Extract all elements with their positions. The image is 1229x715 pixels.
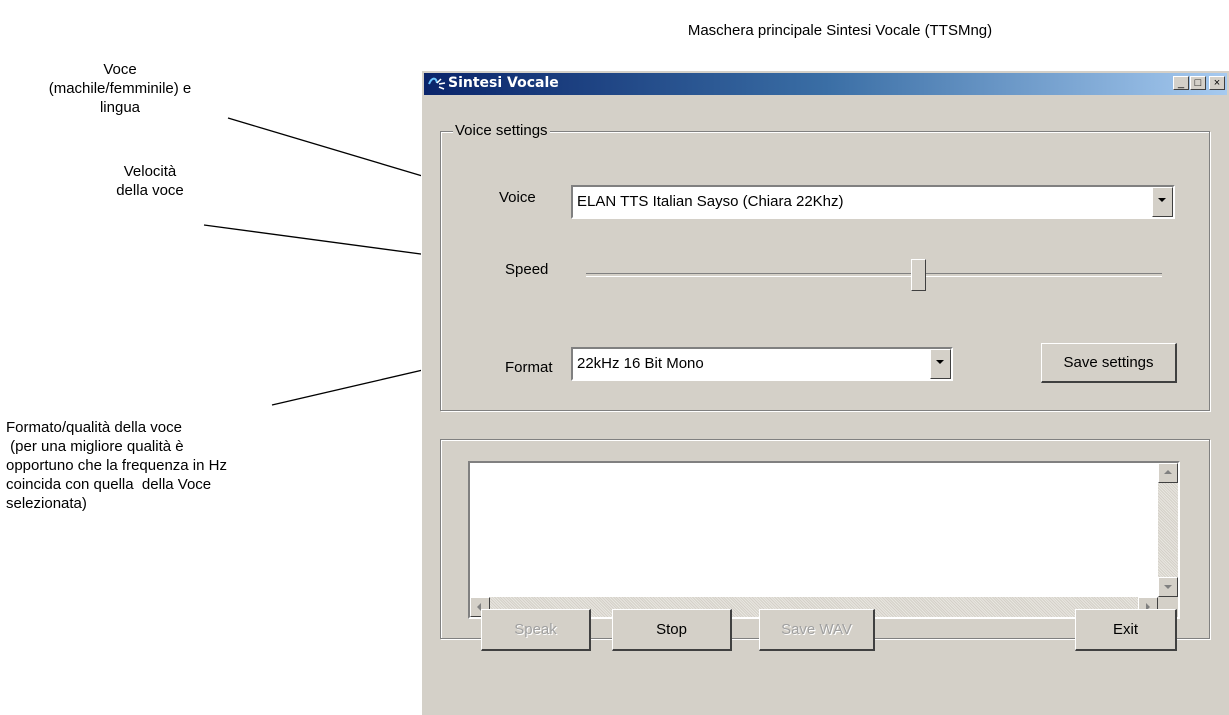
voice-select-value: ELAN TTS Italian Sayso (Chiara 22Khz)	[577, 193, 844, 210]
arrow-down-icon	[1164, 585, 1172, 589]
chevron-down-icon	[1158, 198, 1166, 202]
format-label: Format	[505, 359, 553, 376]
figure-caption: Maschera principale Sintesi Vocale (TTSM…	[687, 22, 993, 39]
scroll-down-button[interactable]	[1158, 577, 1178, 597]
title-bar[interactable]: Sintesi Vocale _ □ ×	[424, 73, 1227, 95]
speed-slider-thumb[interactable]	[911, 259, 927, 291]
voice-settings-legend: Voice settings	[453, 122, 550, 139]
voice-label: Voice	[499, 189, 536, 206]
window-title: Sintesi Vocale	[448, 75, 559, 91]
save-settings-button[interactable]: Save settings	[1041, 343, 1177, 383]
voice-dropdown-button[interactable]	[1152, 187, 1173, 217]
format-select[interactable]: 22kHz 16 Bit Mono	[571, 347, 953, 381]
annotation-format: Formato/qualità della voce (per una migl…	[6, 419, 227, 512]
speed-slider-track[interactable]	[586, 273, 1162, 277]
speed-label: Speed	[505, 261, 549, 278]
speak-button[interactable]: Speak	[481, 609, 591, 651]
annotation-voice: Voce (machile/femminile) e lingua	[48, 61, 192, 116]
exit-button[interactable]: Exit	[1075, 609, 1177, 651]
scroll-up-button[interactable]	[1158, 463, 1178, 483]
annotation-speed: Velocità della voce	[116, 163, 184, 199]
app-icon	[428, 77, 446, 90]
format-dropdown-button[interactable]	[930, 349, 951, 379]
stop-button[interactable]: Stop	[612, 609, 732, 651]
text-input-area[interactable]	[468, 461, 1180, 619]
save-wav-button[interactable]: Save WAV	[759, 609, 875, 651]
voice-select[interactable]: ELAN TTS Italian Sayso (Chiara 22Khz)	[571, 185, 1175, 219]
format-select-value: 22kHz 16 Bit Mono	[577, 355, 704, 372]
main-window: Sintesi Vocale _ □ × Voice settings Voic…	[421, 70, 1229, 715]
maximize-button[interactable]: □	[1190, 76, 1206, 90]
close-button[interactable]: ×	[1209, 76, 1225, 90]
chevron-down-icon	[936, 360, 944, 364]
arrow-up-icon	[1164, 470, 1172, 474]
minimize-button[interactable]: _	[1173, 76, 1189, 90]
